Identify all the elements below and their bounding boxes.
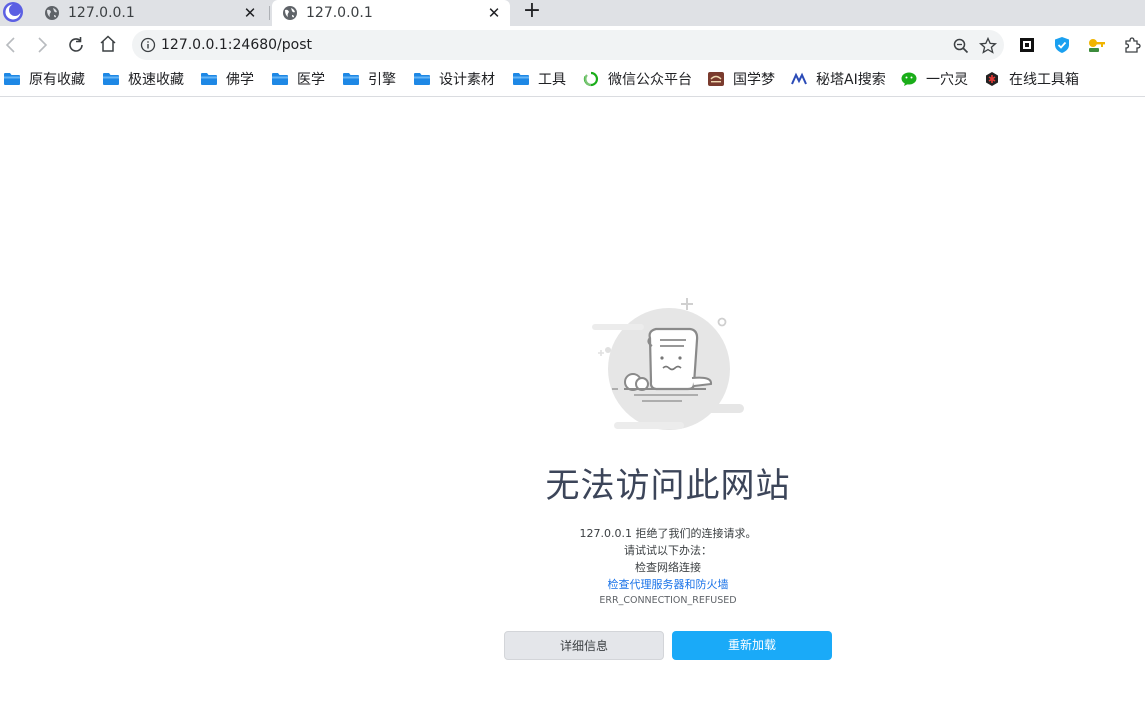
- bookmark-star-icon[interactable]: [978, 36, 998, 56]
- guoxuemeng-icon: [708, 72, 724, 86]
- qr-extension-icon[interactable]: [1017, 35, 1037, 55]
- bookmark-folder-1[interactable]: 原有收藏: [3, 69, 85, 89]
- error-code: ERR_CONNECTION_REFUSED: [599, 595, 737, 606]
- back-button[interactable]: [0, 34, 22, 56]
- folder-icon: [513, 73, 529, 85]
- extensions-puzzle-icon[interactable]: [1122, 35, 1142, 55]
- bookmark-folder-6[interactable]: 设计素材: [413, 69, 495, 89]
- bookmark-guoxuemeng[interactable]: 国学梦: [707, 69, 775, 89]
- reload-icon[interactable]: [65, 34, 87, 56]
- toolbox-icon: [986, 72, 998, 86]
- suggestion-check-proxy-link[interactable]: 检查代理服务器和防火墙: [518, 578, 818, 592]
- key-extension-icon[interactable]: [1087, 35, 1107, 55]
- tab-title: 127.0.0.1: [306, 5, 373, 21]
- bookmark-toolbox[interactable]: 在线工具箱: [983, 69, 1079, 89]
- tab-title: 127.0.0.1: [68, 5, 135, 21]
- address-bar-url[interactable]: 127.0.0.1:24680/post: [161, 36, 312, 54]
- folder-icon: [201, 73, 217, 85]
- globe-icon: [45, 6, 59, 20]
- bookmark-metaso[interactable]: 秘塔AI搜索: [790, 69, 886, 89]
- bookmark-label: 微信公众平台: [608, 72, 692, 88]
- bookmark-folder-4[interactable]: 医学: [271, 69, 325, 89]
- bookmark-label: 佛学: [226, 72, 254, 88]
- broken-page-illustration: [592, 298, 744, 430]
- folder-icon: [414, 73, 430, 85]
- suggestion-check-network: 检查网络连接: [635, 561, 701, 574]
- bookmark-label: 设计素材: [439, 72, 495, 88]
- bookmark-label: 秘塔AI搜索: [816, 72, 886, 88]
- bookmark-label: 医学: [297, 72, 325, 88]
- reload-button[interactable]: 重新加载: [672, 631, 832, 660]
- folder-icon: [4, 73, 20, 85]
- tab-1[interactable]: 127.0.0.1 ✕: [34, 0, 266, 26]
- wechat-mp-icon: [583, 71, 599, 87]
- bookmark-label: 极速收藏: [128, 72, 184, 88]
- bookmark-folder-3[interactable]: 佛学: [200, 69, 254, 89]
- shield-extension-icon[interactable]: [1052, 35, 1072, 55]
- tab-2[interactable]: 127.0.0.1 ✕: [272, 0, 510, 26]
- error-try-label: 请试试以下办法：: [624, 544, 712, 557]
- bookmark-label: 引擎: [368, 72, 396, 88]
- folder-icon: [343, 73, 359, 85]
- bookmark-label: 原有收藏: [29, 72, 85, 88]
- metaso-icon: [791, 72, 807, 85]
- error-title: 无法访问此网站: [545, 466, 791, 506]
- tab-close-icon[interactable]: ✕: [240, 4, 260, 22]
- info-icon[interactable]: [140, 37, 156, 53]
- new-tab-button[interactable]: +: [521, 0, 543, 24]
- home-icon[interactable]: [97, 33, 119, 55]
- bookmark-label: 工具: [538, 72, 566, 88]
- bookmark-folder-7[interactable]: 工具: [512, 69, 566, 89]
- browser-logo-icon[interactable]: [2, 1, 24, 23]
- folder-icon: [272, 73, 288, 85]
- bookmark-label: 在线工具箱: [1009, 72, 1079, 88]
- bookmark-label: 国学梦: [733, 72, 775, 88]
- bookmark-yixueling[interactable]: 一穴灵: [900, 69, 968, 89]
- error-message: 127.0.0.1 拒绝了我们的连接请求。: [579, 527, 757, 540]
- tab-separator: [269, 6, 270, 20]
- bookmark-label: 一穴灵: [926, 72, 968, 88]
- bookmark-folder-2[interactable]: 极速收藏: [102, 69, 184, 89]
- forward-button[interactable]: [31, 34, 53, 56]
- tab-close-icon[interactable]: ✕: [484, 4, 504, 22]
- bookmark-folder-5[interactable]: 引擎: [342, 69, 396, 89]
- details-button[interactable]: 详细信息: [504, 631, 664, 660]
- bookmark-wechat-mp[interactable]: 微信公众平台: [582, 69, 692, 89]
- globe-icon: [283, 6, 297, 20]
- folder-icon: [103, 73, 119, 85]
- wechat-icon: [901, 72, 917, 86]
- zoom-icon[interactable]: [952, 37, 970, 55]
